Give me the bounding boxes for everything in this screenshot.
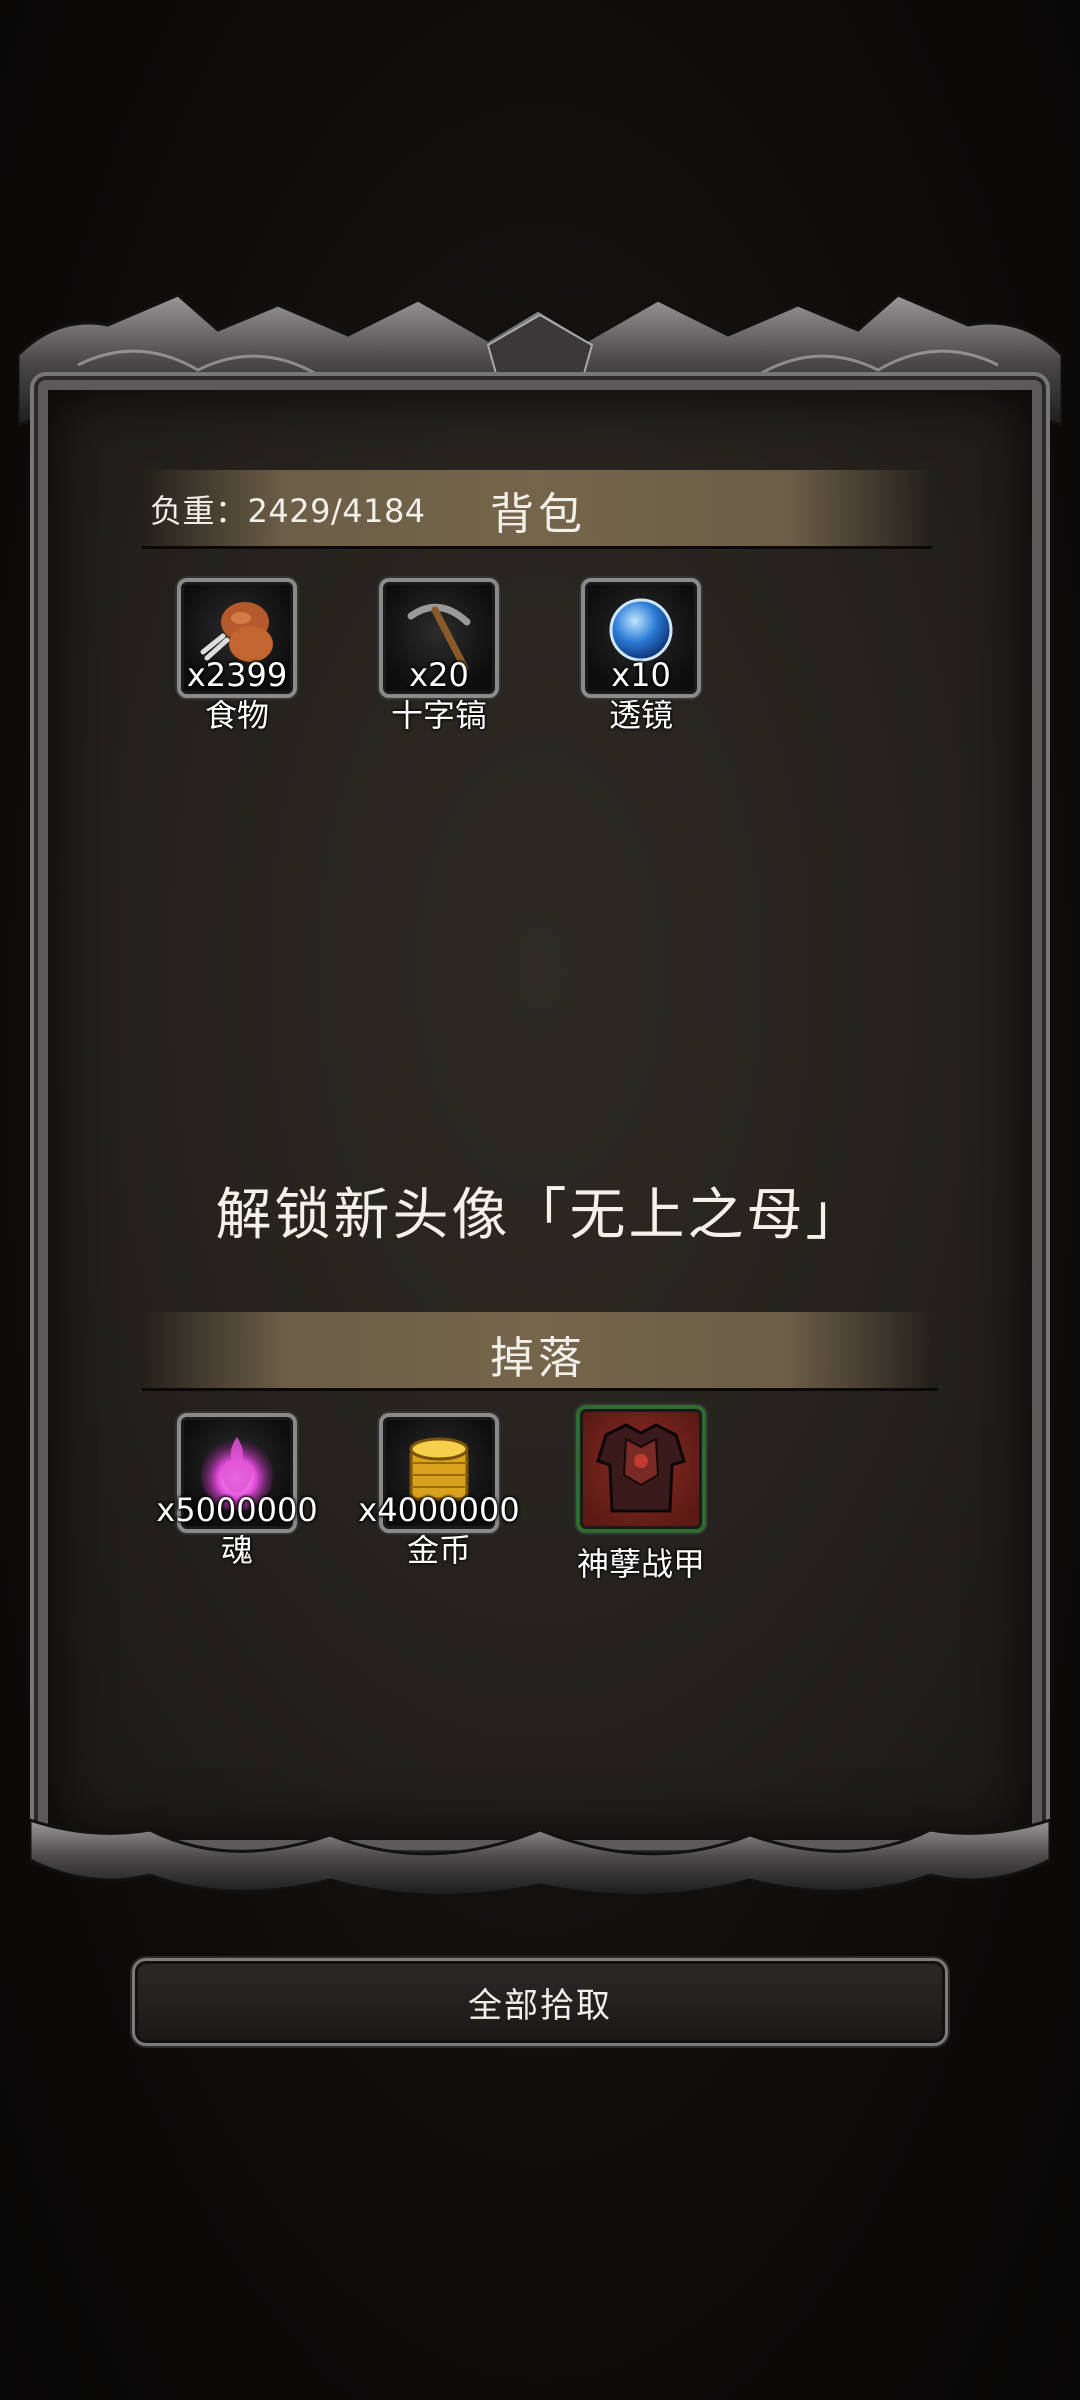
item-quantity: x5000000 (156, 1491, 318, 1529)
drops-title: 掉落 (490, 1333, 586, 1384)
collect-all-button[interactable]: 全部拾取 (132, 1958, 948, 2046)
red-armor-icon (596, 1423, 686, 1513)
bag-item-lens[interactable]: x10 透镜 (541, 578, 741, 736)
item-quantity: x2399 (186, 656, 288, 694)
bag-title: 背包 (490, 489, 586, 540)
drop-item-soul[interactable]: x5000000 魂 (137, 1413, 337, 1571)
avatar-unlock-message: 解锁新头像「无上之母」 (215, 1183, 865, 1248)
item-name: 神孽战甲 (576, 1545, 705, 1583)
ornate-frame-bottom (30, 1818, 1050, 1897)
carry-weight-label: 负重：2429/4184 (150, 492, 426, 530)
bag-header-divider (142, 546, 932, 549)
item-quantity: x10 (611, 656, 671, 694)
item-slot (576, 1405, 706, 1533)
drop-item-gold[interactable]: x4000000 金币 (339, 1413, 539, 1571)
item-quantity: x4000000 (358, 1491, 520, 1529)
bag-item-food[interactable]: x2399 食物 (137, 578, 337, 736)
bag-item-pickaxe[interactable]: x20 十字镐 (339, 578, 539, 736)
drop-item-armor[interactable]: 神孽战甲 (541, 1405, 741, 1585)
item-quantity: x20 (409, 656, 469, 694)
drops-header-divider (142, 1388, 938, 1391)
